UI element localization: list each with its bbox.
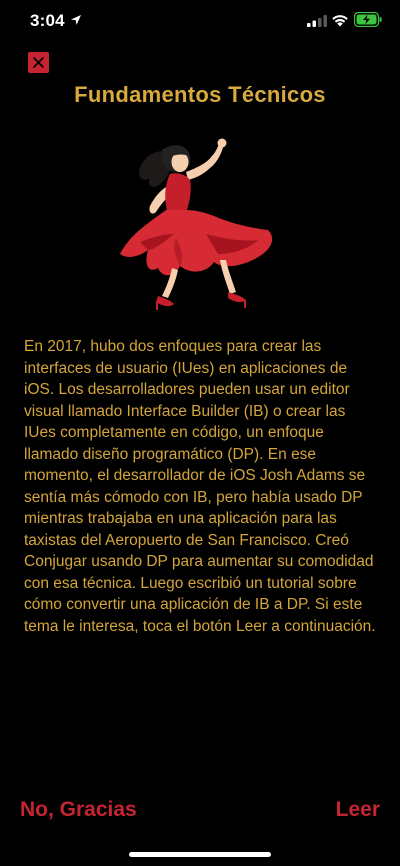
wifi-icon: [332, 15, 348, 27]
close-icon: [33, 57, 44, 68]
close-button[interactable]: [28, 52, 49, 73]
read-button[interactable]: Leer: [336, 798, 380, 822]
signal-icon: [307, 15, 327, 27]
status-time: 3:04: [30, 11, 65, 30]
battery-charging-icon: [354, 12, 382, 27]
no-thanks-button[interactable]: No, Gracias: [20, 798, 137, 822]
dancer-illustration: [120, 138, 273, 310]
location-arrow-icon: [71, 15, 81, 25]
body-text: En 2017, hubo dos enfoques para crear la…: [24, 338, 376, 635]
home-indicator[interactable]: [129, 852, 271, 857]
page-title: Fundamentos Técnicos: [74, 82, 326, 107]
status-bar: 3:04: [0, 0, 400, 44]
